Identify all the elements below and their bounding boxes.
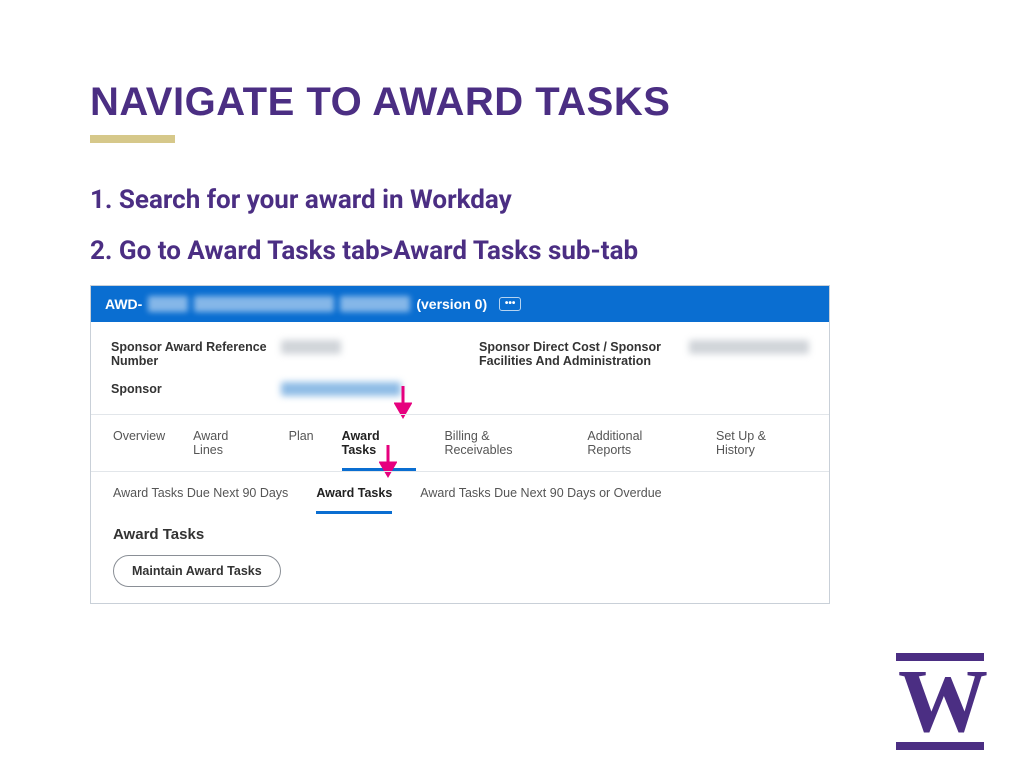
step-1: 1. Search for your award in Workday [90,183,934,218]
section-title-award-tasks: Award Tasks [113,526,807,543]
tab-additional-reports[interactable]: Additional Reports [587,429,688,461]
award-header-bar: AWD- xxxx xxxxxxxxxxxx xxxxxx (version 0… [91,286,829,322]
slide-title: NAVIGATE TO AWARD TASKS [90,80,934,125]
redacted-text: xxxx [148,296,188,312]
title-underline [90,135,175,143]
subtab-award-tasks[interactable]: Award Tasks [316,486,392,504]
field-label-sponsor-ref: Sponsor Award Reference Number [111,340,281,368]
field-label-sponsor: Sponsor [111,382,281,396]
redacted-text: xxxxxxxxxxxx [194,296,334,312]
tab-award-lines[interactable]: Award Lines [193,429,261,461]
redacted-link[interactable]: x [281,382,401,396]
award-id-prefix: AWD- [105,296,142,312]
step-2: 2. Go to Award Tasks tab>Award Tasks sub… [90,234,934,269]
uw-logo: W [896,653,984,750]
maintain-award-tasks-button[interactable]: Maintain Award Tasks [113,555,281,587]
tab-award-tasks[interactable]: Award Tasks [342,429,417,461]
subtab-due-90-days[interactable]: Award Tasks Due Next 90 Days [113,486,288,504]
secondary-tab-row: Award Tasks Due Next 90 Days Award Tasks… [91,471,829,514]
tab-billing-receivables[interactable]: Billing & Receivables [444,429,559,461]
field-label-direct-cost: Sponsor Direct Cost / Sponsor Facilities… [479,340,689,368]
tab-setup-history[interactable]: Set Up & History [716,429,807,461]
subtab-due-90-overdue[interactable]: Award Tasks Due Next 90 Days or Overdue [420,486,661,504]
more-actions-icon[interactable]: ••• [499,297,521,311]
tab-plan[interactable]: Plan [289,429,314,461]
tab-overview[interactable]: Overview [113,429,165,461]
workday-screenshot: AWD- xxxx xxxxxxxxxxxx xxxxxx (version 0… [90,285,830,604]
redacted-value: x [281,340,341,354]
award-version-label: (version 0) [416,296,487,312]
redacted-text: xxxxxx [340,296,410,312]
primary-tab-row: Overview Award Lines Plan Award Tasks Bi… [91,414,829,471]
redacted-value: x [689,340,809,354]
